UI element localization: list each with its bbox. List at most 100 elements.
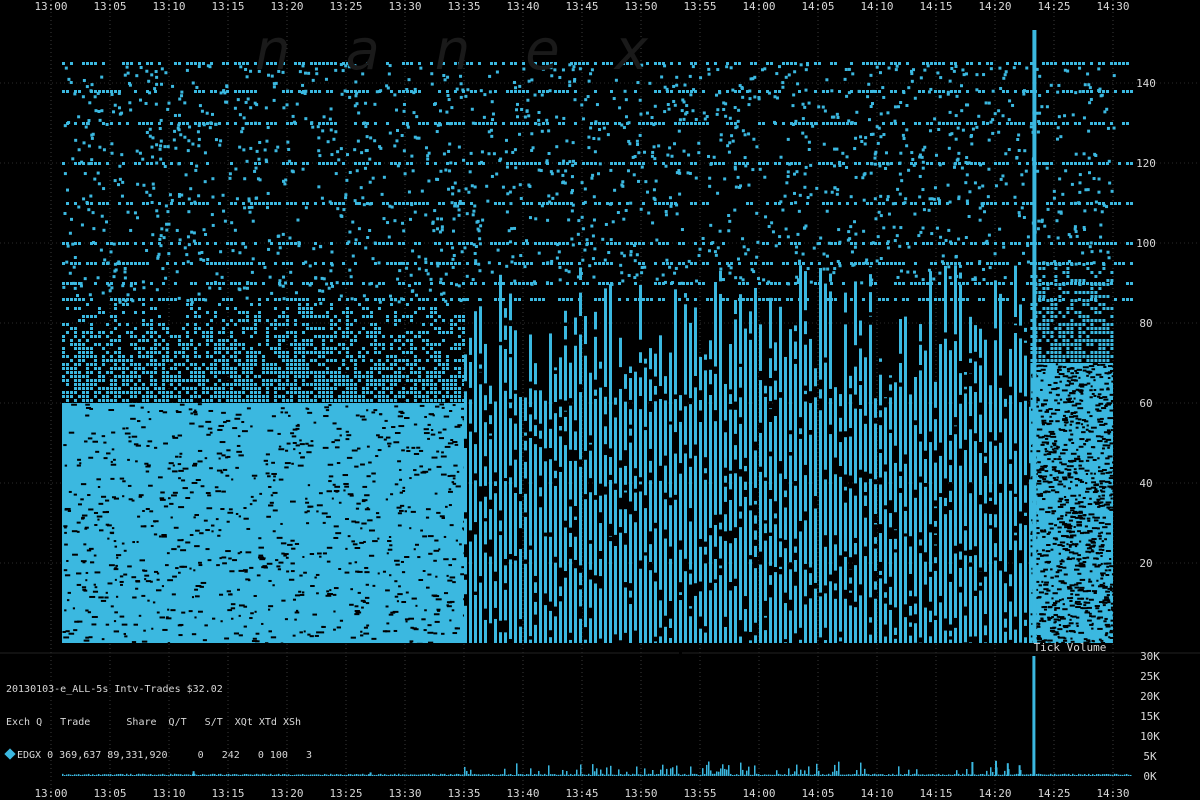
trade-dot: [410, 391, 413, 394]
trade-dot: [186, 343, 189, 346]
trade-dot: [70, 371, 73, 374]
gap-speck: [365, 602, 370, 605]
gap-speck: [689, 398, 692, 405]
trade-dot: [162, 363, 165, 366]
trade-dot: [226, 339, 229, 342]
gap-speck: [291, 435, 297, 438]
trade-dot: [390, 367, 393, 370]
gap-speck: [509, 408, 512, 419]
gap-speck: [194, 616, 197, 619]
trade-dot: [410, 379, 413, 382]
trade-dot: [266, 387, 269, 390]
trade-dot: [298, 399, 301, 402]
trade-dot: [426, 391, 429, 394]
trade-dot: [928, 129, 932, 133]
trade-dot: [603, 258, 607, 262]
trade-dot: [286, 307, 289, 310]
gap-speck: [232, 427, 238, 430]
trade-column: [504, 308, 507, 643]
trade-dot: [311, 78, 315, 82]
trade-dot: [123, 73, 127, 77]
gap-speck: [81, 514, 88, 517]
gap-speck: [254, 610, 257, 613]
trade-dot: [130, 395, 133, 398]
gap-speck: [64, 543, 68, 546]
trade-dot: [182, 387, 185, 390]
trade-dot: [270, 363, 273, 366]
trade-dot: [390, 383, 393, 386]
trade-dot: [166, 391, 169, 394]
gap-speck: [286, 570, 290, 573]
gap-speck: [1054, 440, 1058, 443]
trade-dot: [374, 367, 377, 370]
trade-dot: [346, 399, 349, 402]
trade-dot: [874, 217, 878, 221]
gap-speck: [292, 598, 297, 601]
gap-speck: [94, 586, 98, 589]
gap-speck: [441, 632, 445, 635]
gap-speck: [352, 543, 358, 546]
gap-speck: [889, 604, 892, 610]
gap-speck: [291, 462, 294, 465]
gap-speck: [131, 499, 135, 502]
trade-dot: [481, 218, 485, 222]
trade-dot: [335, 281, 339, 285]
gap-speck: [146, 444, 150, 447]
trade-dot: [268, 275, 272, 279]
gap-speck: [222, 562, 227, 565]
trade-dot: [714, 253, 718, 257]
trade-dot: [318, 355, 321, 358]
trade-dot: [471, 213, 475, 217]
trade-dot: [597, 172, 601, 176]
trade-dot: [106, 343, 109, 346]
trade-dot: [1050, 307, 1054, 310]
gap-speck: [83, 639, 90, 642]
trade-dot: [278, 367, 281, 370]
trade-dot: [289, 270, 293, 274]
trade-dot: [409, 273, 413, 277]
gap-speck: [649, 531, 652, 545]
gap-speck: [909, 581, 912, 591]
trade-dot: [178, 363, 181, 366]
trade-dot: [1066, 347, 1070, 350]
trade-dot: [326, 371, 329, 374]
trade-dot: [154, 395, 157, 398]
gap-speck: [904, 604, 907, 618]
gap-speck: [433, 613, 440, 616]
trade-dot: [301, 167, 305, 171]
trade-dot: [322, 355, 325, 358]
gap-speck: [268, 579, 272, 582]
gap-speck: [394, 559, 400, 562]
gap-speck: [351, 540, 355, 543]
trade-dot: [290, 383, 293, 386]
gap-speck: [406, 446, 410, 449]
trade-dot: [374, 363, 377, 366]
gap-speck: [197, 460, 203, 463]
trade-dot: [462, 343, 465, 346]
trade-dot: [170, 395, 173, 398]
trade-dot: [530, 132, 534, 136]
trade-dot: [970, 142, 974, 146]
trade-dot: [438, 343, 441, 346]
trade-dot: [326, 347, 329, 350]
trade-dot: [402, 109, 406, 113]
trade-dot: [310, 343, 313, 346]
trade-dot: [1098, 303, 1102, 306]
trade-dot: [86, 339, 89, 342]
gap-speck: [804, 563, 807, 570]
trade-dot: [244, 67, 248, 71]
trade-dot: [186, 391, 189, 394]
gap-speck: [534, 436, 537, 445]
gap-speck: [63, 569, 68, 572]
trade-dot: [346, 351, 349, 354]
trade-dot: [459, 82, 463, 86]
trade-dot: [950, 67, 954, 71]
trade-dot: [86, 315, 89, 318]
trade-dot: [62, 395, 65, 398]
trade-dot: [86, 331, 89, 334]
gap-speck: [329, 589, 332, 592]
trade-dot: [202, 387, 205, 390]
gap-speck: [779, 557, 782, 567]
gap-speck: [739, 363, 742, 367]
trade-dot: [742, 245, 746, 249]
